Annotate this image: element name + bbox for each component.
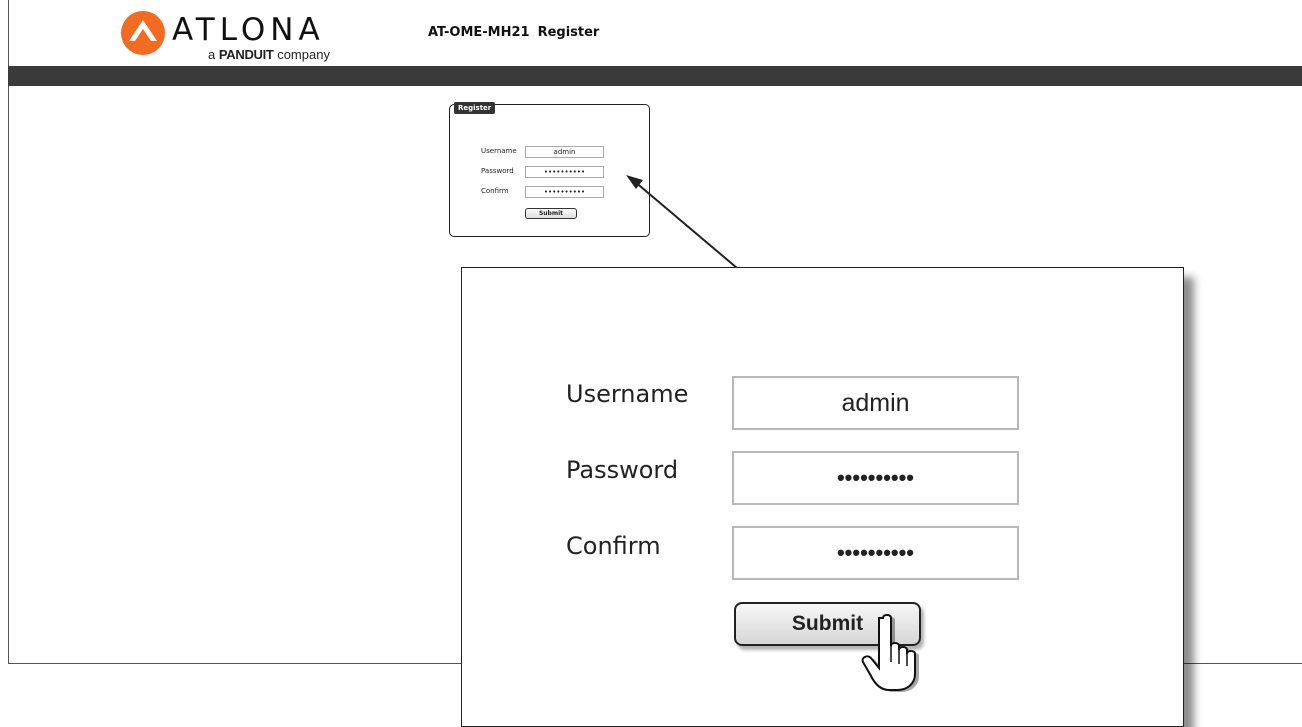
zoom-password-label: Password	[566, 456, 679, 484]
tagline-prefix: a	[208, 47, 216, 62]
register-legend: Register	[454, 102, 496, 114]
logo-wordmark: ATLONA	[172, 12, 325, 48]
page-title: AT-OME-MH21 Register	[428, 25, 599, 40]
nav-bar	[8, 66, 1302, 86]
zoom-confirm-field[interactable]: ••••••••••	[732, 526, 1019, 580]
logo-tagline: a PANDUIT company	[208, 47, 330, 62]
register-panel: Register Username admin Password •••••••…	[449, 102, 650, 237]
hand-pointer-icon	[861, 614, 919, 692]
zoom-username-field[interactable]: admin	[732, 376, 1019, 430]
tagline-brand: PANDUIT	[218, 47, 274, 62]
atlona-logo[interactable]: ATLONA a PANDUIT company	[118, 8, 378, 64]
username-field[interactable]: admin	[525, 146, 604, 158]
password-label: Password	[481, 167, 514, 175]
zoomed-register-panel: Username admin Password •••••••••• Confi…	[461, 267, 1184, 727]
tagline-suffix: company	[277, 47, 330, 62]
zoom-password-field[interactable]: ••••••••••	[732, 451, 1019, 505]
username-label: Username	[481, 147, 517, 155]
zoom-username-label: Username	[566, 380, 689, 408]
atlona-logo-icon	[121, 11, 165, 55]
confirm-label: Confirm	[481, 187, 509, 195]
zoom-confirm-label: Confirm	[566, 532, 661, 560]
page-name: Register	[537, 25, 600, 40]
submit-button[interactable]: Submit	[525, 208, 577, 219]
header: ATLONA a PANDUIT company AT-OME-MH21 Regi…	[0, 0, 1302, 66]
model-name: AT-OME-MH21	[428, 25, 530, 40]
password-field[interactable]: ••••••••••	[525, 166, 604, 178]
confirm-field[interactable]: ••••••••••	[525, 186, 604, 198]
